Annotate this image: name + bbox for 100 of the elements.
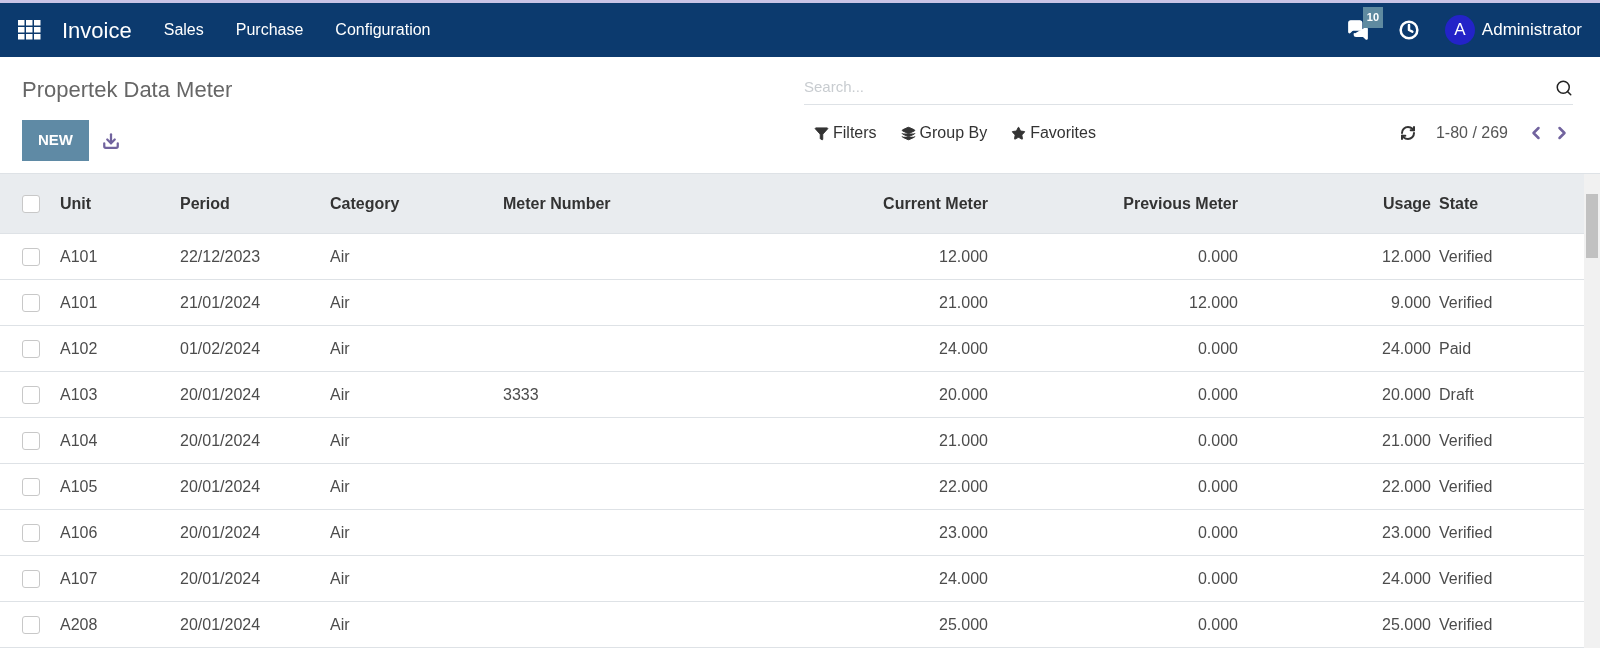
table-cell: 20/01/2024	[180, 385, 261, 403]
apps-grid-icon[interactable]	[18, 20, 42, 40]
table-cell: 0.000	[1197, 385, 1238, 403]
table-cell: A106	[60, 523, 98, 541]
checkbox[interactable]	[22, 339, 40, 358]
chat-icon[interactable]	[1346, 19, 1369, 41]
table-cell: A102	[60, 339, 98, 357]
checkbox[interactable]	[22, 615, 40, 634]
table-cell: A104	[60, 431, 98, 449]
table-cell: 24.000	[939, 339, 988, 357]
menu-item[interactable]: Configuration	[335, 18, 431, 42]
table-cell: 24.000	[939, 569, 988, 587]
table-cell: Verified	[1439, 569, 1493, 587]
column-header[interactable]: Category	[330, 194, 400, 212]
table-cell: A101	[60, 247, 98, 265]
search-option-button[interactable]: Favorites	[1011, 121, 1096, 145]
table-cell: 3333	[503, 385, 539, 403]
download-icon[interactable]	[102, 131, 120, 150]
pager-text: 1-80 / 269	[1435, 123, 1508, 143]
checkbox[interactable]	[22, 293, 40, 312]
table-cell: 01/02/2024	[180, 339, 261, 357]
new-button[interactable]: NEW	[22, 120, 89, 161]
checkbox[interactable]	[22, 523, 40, 542]
table-cell: 21.000	[939, 431, 988, 449]
table-cell: 20/01/2024	[180, 477, 261, 495]
table-cell: 12.000	[1189, 293, 1238, 311]
column-header[interactable]: Current Meter	[883, 194, 988, 212]
search-option-button[interactable]: Group By	[900, 121, 988, 145]
table-cell: Air	[330, 247, 350, 265]
table-cell: Verified	[1439, 293, 1493, 311]
user-avatar[interactable]: A	[1444, 15, 1475, 45]
table-cell: Air	[330, 569, 350, 587]
table-cell: 0.000	[1197, 477, 1238, 495]
table-cell: 20/01/2024	[180, 431, 261, 449]
table-cell: Verified	[1439, 247, 1493, 265]
table-cell: 20/01/2024	[180, 615, 261, 633]
filter-icon	[814, 125, 829, 141]
table-cell: 22.000	[939, 477, 988, 495]
table-cell: 22.000	[1382, 477, 1431, 495]
table-cell: 25.000	[939, 615, 988, 633]
column-header[interactable]: Meter Number	[503, 194, 611, 212]
table-cell: Air	[330, 293, 350, 311]
table-cell: 0.000	[1197, 339, 1238, 357]
user-name[interactable]: Administrator	[1481, 17, 1582, 43]
menu-item[interactable]: Sales	[163, 18, 204, 42]
table-cell: 20.000	[1382, 385, 1431, 403]
table-cell: 9.000	[1390, 293, 1431, 311]
checkbox[interactable]	[22, 569, 40, 588]
table-cell: Verified	[1439, 431, 1493, 449]
table-cell: Air	[330, 523, 350, 541]
table-cell: 20/01/2024	[180, 569, 261, 587]
checkbox[interactable]	[22, 247, 40, 266]
table-cell: A103	[60, 385, 98, 403]
table-cell: 24.000	[1382, 569, 1431, 587]
column-header[interactable]: Unit	[60, 194, 92, 212]
table-cell: Air	[330, 615, 350, 633]
table-cell: A107	[60, 569, 98, 587]
layers-icon	[900, 125, 916, 141]
menu-item[interactable]: Purchase	[235, 18, 304, 42]
table-cell: 0.000	[1197, 615, 1238, 633]
page-title: Propertek Data Meter	[22, 76, 234, 104]
column-header[interactable]: State	[1439, 194, 1479, 212]
table-cell: 21/01/2024	[180, 293, 261, 311]
message-count-badge: 10	[1362, 7, 1384, 28]
checkbox[interactable]	[22, 431, 40, 450]
table-cell: Air	[330, 385, 350, 403]
table-cell: A208	[60, 615, 98, 633]
table-cell: Paid	[1439, 339, 1472, 357]
scrollbar[interactable]	[1584, 174, 1600, 648]
checkbox[interactable]	[22, 194, 40, 213]
column-header[interactable]: Previous Meter	[1123, 194, 1238, 212]
table-cell: 25.000	[1382, 615, 1431, 633]
table-cell: 0.000	[1197, 431, 1238, 449]
search-option-button[interactable]: Filters	[814, 121, 877, 145]
table-cell: A105	[60, 477, 98, 495]
table-cell: Verified	[1439, 523, 1493, 541]
checkbox[interactable]	[22, 477, 40, 496]
table-cell: Air	[330, 431, 350, 449]
clock-icon[interactable]	[1398, 20, 1419, 40]
refresh-icon[interactable]	[1399, 125, 1416, 141]
table-cell: 20.000	[939, 385, 988, 403]
column-header[interactable]: Period	[180, 194, 230, 212]
table-cell: Air	[330, 339, 350, 357]
table-cell: Air	[330, 477, 350, 495]
table-cell: Verified	[1439, 615, 1493, 633]
table-cell: 24.000	[1382, 339, 1431, 357]
table-cell: 23.000	[1382, 523, 1431, 541]
checkbox[interactable]	[22, 385, 40, 404]
table-cell: 12.000	[1382, 247, 1431, 265]
table-cell: 20/01/2024	[180, 523, 261, 541]
search-icon[interactable]	[1555, 78, 1573, 97]
app-name[interactable]: Invoice	[62, 13, 132, 47]
table-cell: 0.000	[1197, 569, 1238, 587]
table-cell: A101	[60, 293, 98, 311]
table-cell: 21.000	[1382, 431, 1431, 449]
column-header[interactable]: Usage	[1382, 194, 1431, 212]
table-cell: Draft	[1439, 385, 1474, 403]
table-cell: 23.000	[939, 523, 988, 541]
table-cell: 12.000	[939, 247, 988, 265]
table-cell: 0.000	[1197, 247, 1238, 265]
